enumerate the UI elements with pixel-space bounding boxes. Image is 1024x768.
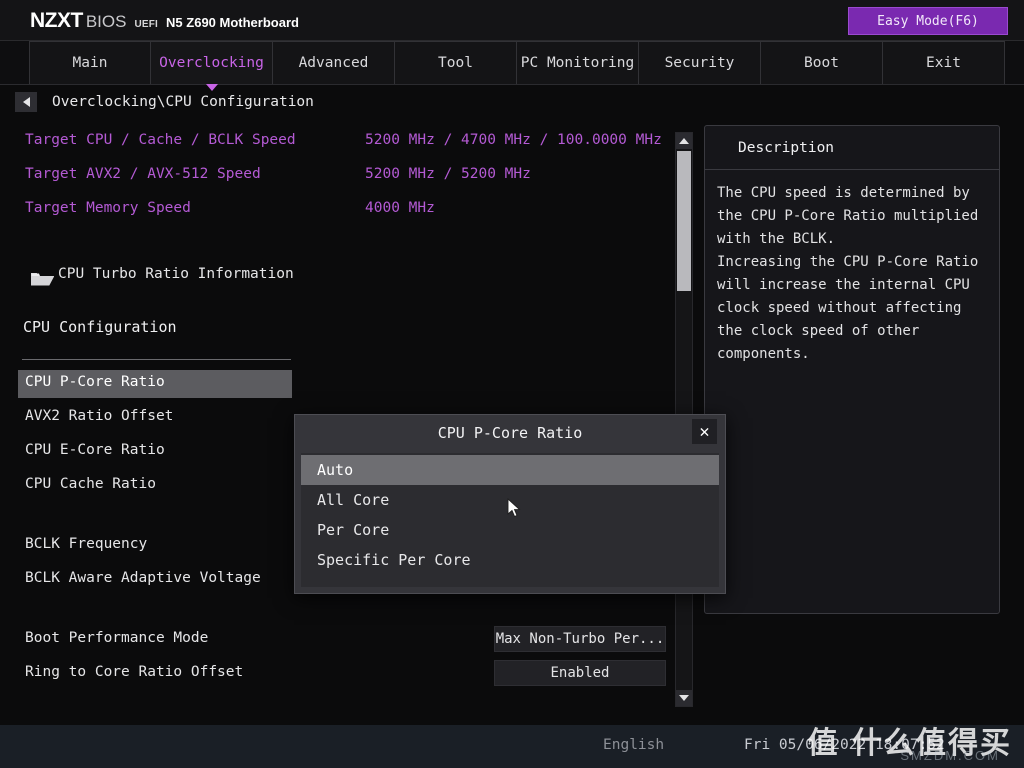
motherboard-name: N5 Z690 Motherboard (166, 15, 299, 30)
setting-value-ring-to-core-ratio-offset[interactable]: Enabled (494, 660, 666, 686)
brand-uefi-text: UEFI (134, 19, 159, 30)
submenu-label: CPU Turbo Ratio Information (58, 266, 294, 282)
tab-pc-monitoring[interactable]: PC Monitoring (517, 41, 639, 84)
brand-logo: NZXT BIOS UEFI N5 Z690 Motherboard (30, 9, 299, 33)
readout-row: Target AVX2 / AVX-512 Speed 5200 MHz / 5… (0, 162, 676, 192)
setting-label: Boot Performance Mode (25, 630, 209, 646)
setting-label: CPU Cache Ratio (25, 476, 156, 492)
setting-row-cpu-p-core-ratio[interactable]: CPU P-Core Ratio (0, 370, 676, 400)
tab-security[interactable]: Security (639, 41, 761, 84)
brand-bios-text: BIOS (85, 12, 127, 31)
tab-tool[interactable]: Tool (395, 41, 517, 84)
tab-label: Boot (804, 55, 839, 71)
setting-label: BCLK Frequency (25, 536, 148, 552)
tab-label: Security (664, 55, 735, 71)
dialog-title-bar: CPU P-Core Ratio ✕ (295, 415, 725, 451)
setting-row-boot-performance-mode[interactable]: Boot Performance Mode Max Non-Turbo Per.… (0, 626, 676, 656)
triangle-left-icon (22, 97, 30, 107)
setting-row-ring-to-core-ratio-offset[interactable]: Ring to Core Ratio Offset Enabled (0, 660, 676, 690)
readout-label: Target AVX2 / AVX-512 Speed (25, 166, 261, 182)
section-title: CPU Configuration (23, 318, 177, 336)
readout-value: 4000 MHz (365, 200, 435, 216)
tab-exit[interactable]: Exit (883, 41, 1005, 84)
setting-label: Ring to Core Ratio Offset (25, 664, 244, 680)
tab-label: Overclocking (159, 55, 264, 71)
easy-mode-button[interactable]: Easy Mode(F6) (848, 7, 1008, 35)
folder-icon (31, 273, 54, 286)
tab-label: Exit (926, 55, 961, 71)
triangle-up-icon (679, 138, 689, 144)
main-content: Target CPU / Cache / BCLK Speed 5200 MHz… (0, 120, 1024, 725)
option-auto[interactable]: Auto (301, 455, 719, 485)
scrollbar-thumb[interactable] (677, 151, 691, 291)
bios-screen: NZXT BIOS UEFI N5 Z690 Motherboard Easy … (0, 0, 1024, 768)
section-divider (22, 359, 291, 360)
option-per-core[interactable]: Per Core (301, 515, 719, 545)
scroll-up-button[interactable] (676, 133, 692, 149)
cpu-p-core-ratio-dialog: CPU P-Core Ratio ✕ Auto All Core Per Cor… (294, 414, 726, 594)
brand-nzxt-text: NZXT (30, 9, 83, 32)
settings-pane: Target CPU / Cache / BCLK Speed 5200 MHz… (0, 120, 676, 705)
setting-value-boot-performance-mode[interactable]: Max Non-Turbo Per... (494, 626, 666, 652)
readout-value: 5200 MHz / 5200 MHz (365, 166, 531, 182)
tab-label: Tool (438, 55, 473, 71)
tab-advanced[interactable]: Advanced (273, 41, 395, 84)
readout-value: 5200 MHz / 4700 MHz / 100.0000 MHz (365, 132, 662, 148)
setting-label: CPU E-Core Ratio (25, 442, 165, 458)
description-title: Description (705, 126, 999, 170)
breadcrumb: Overclocking\CPU Configuration (0, 86, 1024, 118)
dialog-title-text: CPU P-Core Ratio (437, 424, 583, 442)
tab-overclocking[interactable]: Overclocking (151, 41, 273, 91)
readout-label: Target CPU / Cache / BCLK Speed (25, 132, 296, 148)
setting-label: CPU P-Core Ratio (25, 374, 165, 390)
setting-label: BCLK Aware Adaptive Voltage (25, 570, 261, 586)
description-panel: Description The CPU speed is determined … (704, 125, 1000, 614)
dialog-option-list: Auto All Core Per Core Specific Per Core (301, 453, 719, 587)
readout-row: Target CPU / Cache / BCLK Speed 5200 MHz… (0, 128, 676, 158)
description-body: The CPU speed is determined by the CPU P… (717, 185, 979, 362)
tab-label: PC Monitoring (520, 55, 635, 71)
tab-main[interactable]: Main (29, 41, 151, 84)
setting-label: AVX2 Ratio Offset (25, 408, 174, 424)
close-icon[interactable]: ✕ (692, 419, 717, 444)
tab-label: Main (72, 55, 108, 71)
main-tab-bar: Main Overclocking Advanced Tool PC Monitorin… (0, 41, 1024, 91)
tab-boot[interactable]: Boot (761, 41, 883, 84)
system-datetime: Fri 05/06/2022 18:07:52 (744, 737, 945, 753)
readout-label: Target Memory Speed (25, 200, 191, 216)
back-button[interactable] (15, 92, 37, 112)
readout-row: Target Memory Speed 4000 MHz (0, 196, 676, 226)
breadcrumb-path: Overclocking\CPU Configuration (52, 94, 314, 110)
option-all-core[interactable]: All Core (301, 485, 719, 515)
footer-bar: English Fri 05/06/2022 18:07:52 (0, 725, 1024, 768)
submenu-cpu-turbo-ratio-information[interactable]: CPU Turbo Ratio Information (0, 262, 676, 292)
tab-label: Advanced (298, 55, 369, 71)
option-specific-per-core[interactable]: Specific Per Core (301, 545, 719, 575)
triangle-down-icon (679, 695, 689, 701)
header-bar: NZXT BIOS UEFI N5 Z690 Motherboard Easy … (0, 0, 1024, 41)
language-selector[interactable]: English (603, 737, 664, 753)
scroll-down-button[interactable] (676, 690, 692, 706)
